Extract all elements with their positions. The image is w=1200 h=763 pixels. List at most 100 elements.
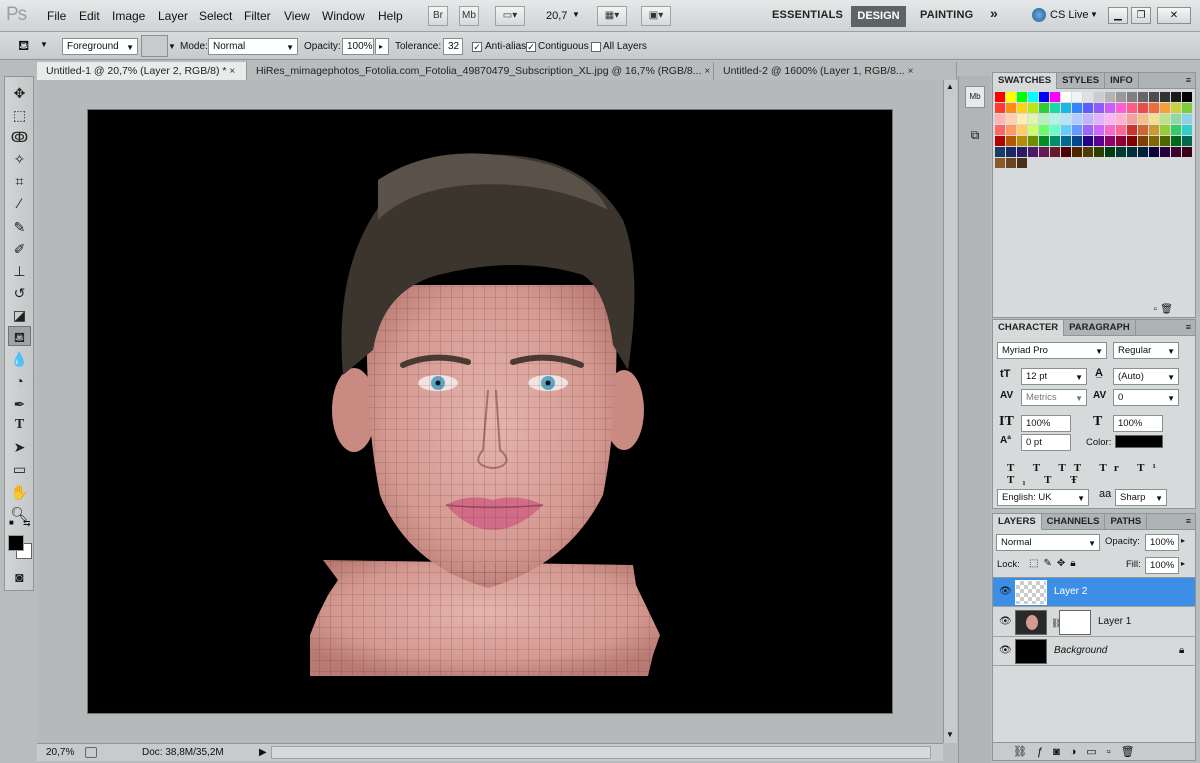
brush-tool-icon[interactable]: ✐ <box>8 239 31 259</box>
type-tool-icon[interactable]: T <box>8 415 31 435</box>
color-swatch[interactable] <box>1017 125 1027 135</box>
mini-bridge-button[interactable]: Mb <box>459 6 479 26</box>
color-swatch[interactable] <box>1061 103 1071 113</box>
color-swatch[interactable] <box>1039 147 1049 157</box>
color-swatch[interactable] <box>1182 114 1192 124</box>
path-selection-tool-icon[interactable]: ➤ <box>8 437 31 457</box>
color-swatch[interactable] <box>1028 136 1038 146</box>
layer-row-layer-2[interactable]: 👁︎ Layer 2 <box>993 578 1195 607</box>
menu-help[interactable]: Help <box>378 9 403 23</box>
eraser-tool-icon[interactable]: ◪ <box>8 305 31 325</box>
tab-info[interactable]: INFO <box>1105 73 1139 89</box>
color-swatch[interactable] <box>1182 136 1192 146</box>
layer-action-buttons[interactable]: ⛓ƒ◙◑▭▫🗑︎ <box>1013 745 1145 758</box>
pattern-picker[interactable] <box>141 35 168 57</box>
color-swatch[interactable] <box>1017 103 1027 113</box>
color-swatch[interactable] <box>1105 92 1115 102</box>
tracking-select[interactable]: 0 ▼ <box>1113 389 1179 406</box>
horizontal-scrollbar[interactable] <box>271 746 931 759</box>
paint-bucket-tool-preset-icon[interactable]: ⛾ <box>18 37 29 56</box>
color-swatch[interactable] <box>1182 125 1192 135</box>
marquee-tool-icon[interactable]: ⬚ <box>8 105 31 125</box>
close-button[interactable]: ✕ <box>1157 7 1191 24</box>
color-swatch[interactable] <box>1116 125 1126 135</box>
layer-name[interactable]: Layer 1 <box>1098 616 1131 627</box>
color-swatch[interactable] <box>1072 103 1082 113</box>
tool-preset-dropdown-icon[interactable]: ▼ <box>40 40 48 49</box>
color-swatch[interactable] <box>995 103 1005 113</box>
color-swatch[interactable] <box>995 114 1005 124</box>
workspace-painting[interactable]: PAINTING <box>920 9 973 21</box>
color-swatch[interactable] <box>1171 103 1181 113</box>
color-swatch[interactable] <box>1116 147 1126 157</box>
visibility-eye-icon[interactable]: 👁︎ <box>999 616 1012 627</box>
color-swatch[interactable] <box>1094 136 1104 146</box>
color-swatch[interactable] <box>1083 92 1093 102</box>
color-swatch[interactable] <box>1072 147 1082 157</box>
close-tab-icon[interactable]: × <box>704 66 710 77</box>
clone-stamp-tool-icon[interactable]: ⊥ <box>8 261 31 281</box>
text-color-swatch[interactable] <box>1115 435 1163 448</box>
opacity-input[interactable]: 100% <box>342 38 374 55</box>
color-swatch[interactable] <box>1006 125 1016 135</box>
color-swatch[interactable] <box>1138 92 1148 102</box>
menu-image[interactable]: Image <box>112 9 145 23</box>
status-info-icon[interactable] <box>85 747 97 758</box>
color-swatch[interactable] <box>1006 136 1016 146</box>
color-swatch[interactable] <box>995 158 1005 168</box>
tab-character[interactable]: CHARACTER <box>993 320 1065 336</box>
color-swatch[interactable] <box>1105 114 1115 124</box>
color-swatch[interactable] <box>1061 114 1071 124</box>
visibility-eye-icon[interactable]: 👁︎ <box>999 645 1012 656</box>
kerning-select[interactable]: Metrics ▼ <box>1021 389 1087 406</box>
eyedropper-tool-icon[interactable]: ⁄ <box>8 193 31 213</box>
layer-mask-thumbnail[interactable] <box>1059 610 1091 635</box>
color-swatch[interactable] <box>1182 92 1192 102</box>
color-swatch[interactable] <box>1072 136 1082 146</box>
bridge-button[interactable]: Br <box>428 6 448 26</box>
pen-tool-icon[interactable]: ✒ <box>8 394 31 414</box>
lasso-tool-icon[interactable]: ↂ <box>8 127 31 147</box>
color-swatch[interactable] <box>1083 125 1093 135</box>
color-swatch[interactable] <box>1116 136 1126 146</box>
tab-layers[interactable]: LAYERS <box>993 514 1042 530</box>
menu-select[interactable]: Select <box>199 9 232 23</box>
color-swatch[interactable] <box>1072 92 1082 102</box>
screen-mode-button[interactable]: ▣▾ <box>641 6 671 26</box>
color-swatch[interactable] <box>1061 136 1071 146</box>
hand-tool-icon[interactable]: ✋ <box>8 482 31 502</box>
layer-opacity-input[interactable]: 100% <box>1145 534 1179 551</box>
color-swatch[interactable] <box>1017 136 1027 146</box>
color-swatch[interactable] <box>1061 147 1071 157</box>
color-swatch[interactable] <box>1028 92 1038 102</box>
vertical-scale-input[interactable]: 100% <box>1021 415 1071 432</box>
tab-paragraph[interactable]: PARAGRAPH <box>1064 320 1136 336</box>
color-swatch[interactable] <box>1061 125 1071 135</box>
color-swatch[interactable] <box>1050 114 1060 124</box>
blur-tool-icon[interactable]: 💧 <box>8 349 31 369</box>
color-swatch[interactable] <box>995 92 1005 102</box>
tab-styles[interactable]: STYLES <box>1057 73 1106 89</box>
color-swatch[interactable] <box>1083 114 1093 124</box>
color-swatch[interactable] <box>1072 125 1082 135</box>
color-swatch[interactable] <box>1017 114 1027 124</box>
panel-menu-icon[interactable]: ≡ <box>1186 516 1191 526</box>
color-swatch[interactable] <box>1149 125 1159 135</box>
layer-row-background[interactable]: 👁︎ Background 🔒︎ <box>993 637 1195 666</box>
opacity-slider-icon[interactable]: ▸ <box>1181 536 1185 545</box>
color-swatch[interactable] <box>1149 92 1159 102</box>
color-swatch[interactable] <box>1160 103 1170 113</box>
color-swatch[interactable] <box>1138 114 1148 124</box>
color-swatch[interactable] <box>1050 103 1060 113</box>
color-swatch[interactable] <box>1072 114 1082 124</box>
color-swatch[interactable] <box>995 136 1005 146</box>
color-swatch[interactable] <box>1149 147 1159 157</box>
new-swatch-icon[interactable]: ▫ <box>1153 304 1157 315</box>
horizontal-scale-input[interactable]: 100% <box>1113 415 1163 432</box>
crop-tool-icon[interactable]: ⌗ <box>8 171 31 191</box>
trash-icon[interactable]: 🗑︎ <box>1160 304 1173 315</box>
color-swatch[interactable] <box>1160 92 1170 102</box>
layer-fill-input[interactable]: 100% <box>1145 557 1179 574</box>
fill-source-select[interactable]: Foreground ▼ <box>62 38 138 55</box>
color-swatch[interactable] <box>1039 136 1049 146</box>
